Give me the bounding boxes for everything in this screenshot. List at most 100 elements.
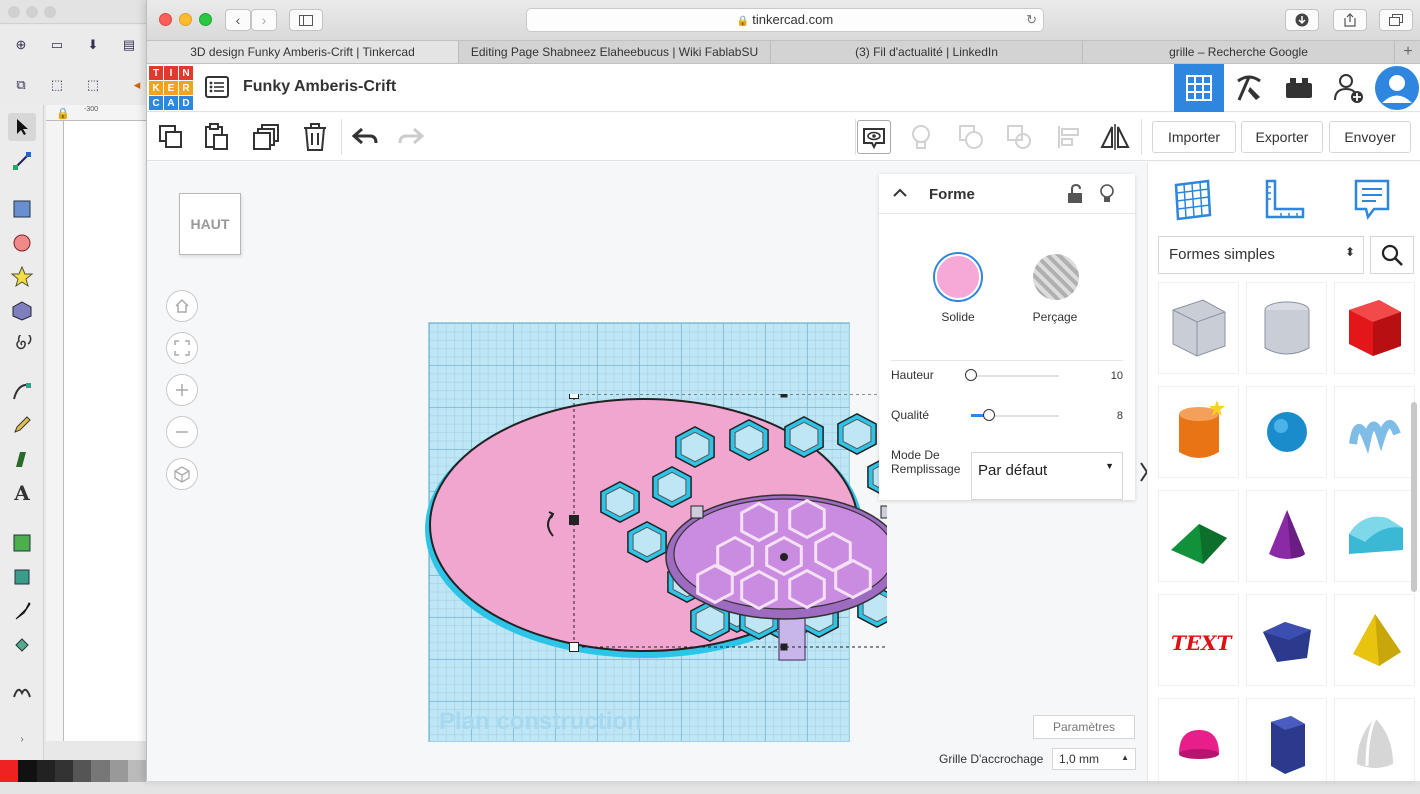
zoom-selection-icon[interactable]: ⬚ — [48, 77, 66, 93]
ruler-tab[interactable] — [1258, 176, 1308, 224]
new-tab-button[interactable]: + — [1395, 41, 1420, 63]
forward-button[interactable]: › — [251, 9, 277, 31]
shape-tile-cylinder-hole[interactable] — [1246, 282, 1327, 374]
redo-button[interactable] — [395, 121, 427, 153]
design-list-icon[interactable] — [205, 76, 229, 98]
shape-tile-box-hole[interactable] — [1158, 282, 1239, 374]
snap-grid-select[interactable]: 1,0 mm ▲ — [1052, 748, 1136, 770]
shape-tile-sphere[interactable] — [1246, 386, 1327, 478]
browser-tab[interactable]: 3D design Funky Amberis-Crift | Tinkerca… — [147, 41, 459, 63]
browser-tab[interactable]: grille – Recherche Google — [1083, 41, 1395, 63]
tinkercad-logo[interactable]: T I N K E R C A D — [149, 66, 193, 110]
solid-color-swatch[interactable] — [935, 254, 981, 300]
3d-box-tool-icon[interactable] — [8, 297, 36, 325]
background-minimize-dot[interactable] — [26, 6, 38, 18]
shape-tile-polygon[interactable] — [1246, 698, 1327, 781]
library-scrollbar[interactable] — [1411, 402, 1417, 592]
shape-tile-box[interactable] — [1334, 282, 1415, 374]
resize-handle[interactable] — [569, 515, 579, 525]
user-avatar[interactable] — [1373, 64, 1420, 112]
zoom-in-button[interactable] — [166, 374, 198, 406]
ungroup-button[interactable] — [1003, 121, 1035, 153]
tweak-tool-icon[interactable] — [8, 677, 36, 705]
shape-tile-round-roof[interactable] — [1334, 490, 1415, 582]
browser-tab[interactable]: Editing Page Shabneez Elaheebucus | Wiki… — [459, 41, 771, 63]
background-canvas[interactable] — [64, 121, 146, 741]
resize-handle[interactable] — [780, 643, 788, 651]
notes-visibility-button[interactable] — [857, 120, 891, 154]
calligraphy-tool-icon[interactable] — [8, 445, 36, 473]
export-button[interactable]: Exporter — [1241, 121, 1323, 153]
minimize-window-button[interactable] — [179, 13, 192, 26]
height-slider-knob[interactable] — [965, 369, 977, 381]
shape-tile-cylinder[interactable] — [1158, 386, 1239, 478]
spiral-tool-icon[interactable] — [8, 331, 36, 359]
swatch[interactable] — [0, 760, 19, 782]
shape-tile-paraboloid[interactable] — [1334, 698, 1415, 781]
background-zoom-dot[interactable] — [44, 6, 56, 18]
notes-tab[interactable] — [1348, 176, 1398, 224]
home-view-button[interactable] — [166, 290, 198, 322]
zoom-window-button[interactable] — [199, 13, 212, 26]
address-bar[interactable]: 🔒 tinkercad.com ↻ — [526, 8, 1044, 32]
swatch[interactable] — [109, 760, 128, 782]
bezier-tool-icon[interactable] — [8, 377, 36, 405]
swatch[interactable] — [91, 760, 110, 782]
perspective-button[interactable] — [166, 458, 198, 490]
shape-tile-pyramid[interactable] — [1334, 594, 1415, 686]
settings-button[interactable]: Paramètres — [1033, 715, 1135, 739]
paint-bucket-tool-icon[interactable] — [8, 631, 36, 659]
selector-tool-icon[interactable] — [8, 113, 36, 141]
transform-icon[interactable]: ◂ — [128, 77, 146, 93]
align-button[interactable] — [1053, 121, 1085, 153]
tab-overview-button[interactable] — [1379, 9, 1413, 31]
3d-model[interactable] — [387, 394, 887, 694]
shape-tile-text[interactable]: TEXT — [1158, 594, 1239, 686]
print-icon[interactable]: ▤ — [120, 37, 138, 53]
node-tool-icon[interactable] — [8, 147, 36, 175]
copy-button[interactable] — [155, 121, 187, 153]
expand-tools-icon[interactable]: › — [8, 725, 36, 753]
bricks-mode-button[interactable] — [1274, 64, 1324, 112]
zoom-drawing-icon[interactable]: ⬚ — [84, 77, 102, 93]
paste-button[interactable] — [201, 121, 233, 153]
swatch[interactable] — [18, 760, 37, 782]
3d-viewport[interactable]: HAUT Plan construction Forme Solide Perç… — [147, 162, 1149, 781]
gradient-tool-icon[interactable] — [8, 529, 36, 557]
swatch[interactable] — [73, 760, 92, 782]
swatch[interactable] — [36, 760, 55, 782]
shape-tile-roof[interactable] — [1158, 490, 1239, 582]
3d-view-button[interactable] — [1174, 64, 1224, 112]
rectangle-tool-icon[interactable] — [8, 195, 36, 223]
grid-shapes-tab[interactable] — [1168, 176, 1218, 224]
ellipse-tool-icon[interactable] — [8, 229, 36, 257]
lightbulb-icon[interactable] — [1099, 184, 1115, 204]
unlock-icon[interactable] — [1067, 184, 1083, 204]
browser-tab[interactable]: (3) Fil d'actualité | LinkedIn — [771, 41, 1083, 63]
group-button[interactable] — [955, 121, 987, 153]
background-close-dot[interactable] — [8, 6, 20, 18]
shape-tile-half-sphere[interactable] — [1158, 698, 1239, 781]
resize-handle[interactable] — [880, 505, 887, 519]
duplicate-button[interactable] — [251, 121, 283, 153]
swatch[interactable] — [127, 760, 146, 782]
resize-handle[interactable] — [690, 505, 704, 519]
resize-handle[interactable] — [569, 394, 579, 399]
sidebar-toggle-button[interactable] — [289, 9, 323, 31]
invite-user-button[interactable] — [1324, 64, 1374, 112]
shape-tile-cone[interactable] — [1246, 490, 1327, 582]
dropper-tool-icon[interactable] — [8, 597, 36, 625]
send-button[interactable]: Envoyer — [1329, 121, 1411, 153]
shape-tile-scribble[interactable] — [1334, 386, 1415, 478]
back-button[interactable]: ‹ — [225, 9, 251, 31]
shape-search-button[interactable] — [1370, 236, 1414, 274]
pencil-tool-icon[interactable] — [8, 411, 36, 439]
import-button[interactable]: Importer — [1152, 121, 1236, 153]
resize-handle[interactable] — [780, 394, 788, 398]
view-cube[interactable]: HAUT — [179, 193, 241, 255]
close-window-button[interactable] — [159, 13, 172, 26]
delete-button[interactable] — [299, 121, 331, 153]
shape-category-select[interactable]: Formes simples ⬍ — [1158, 236, 1364, 274]
lightbulb-button[interactable] — [905, 121, 937, 153]
reload-icon[interactable]: ↻ — [1026, 9, 1037, 31]
